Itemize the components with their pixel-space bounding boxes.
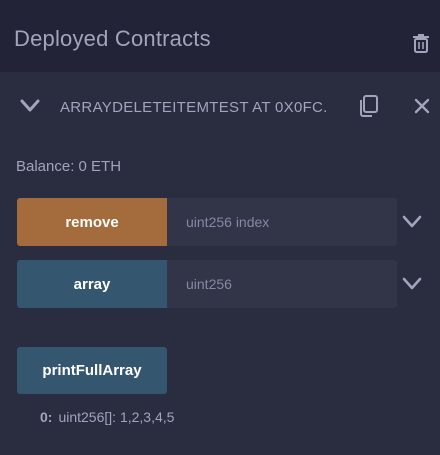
chevron-down-icon[interactable] xyxy=(401,277,423,291)
contract-instance: ARRAYDELETEITEMTEST AT 0X0FC...9 Balance… xyxy=(0,72,440,455)
instance-bar: ARRAYDELETEITEMTEST AT 0X0FC...9 xyxy=(0,72,440,144)
trash-icon[interactable] xyxy=(411,33,431,53)
result-value: uint256[]: 1,2,3,4,5 xyxy=(58,409,175,425)
function-row-array: array xyxy=(17,260,397,308)
array-index-input[interactable] xyxy=(167,260,397,308)
function-row-remove: remove xyxy=(17,198,397,246)
copy-icon[interactable] xyxy=(356,94,380,118)
balance-label: Balance: 0 ETH xyxy=(16,158,122,175)
instance-name[interactable]: ARRAYDELETEITEMTEST AT 0X0FC...9 xyxy=(60,99,326,116)
print-full-array-button[interactable]: printFullArray xyxy=(17,347,167,394)
call-result: 0: uint256[]: 1,2,3,4,5 xyxy=(40,409,174,425)
deployed-contracts-panel: Deployed Contracts ARRAYDELETEITEMTEST A… xyxy=(0,0,440,455)
close-icon[interactable] xyxy=(414,98,430,114)
panel-header: Deployed Contracts xyxy=(0,0,440,72)
chevron-down-icon[interactable] xyxy=(401,215,423,229)
chevron-down-icon[interactable] xyxy=(20,99,40,113)
panel-title: Deployed Contracts xyxy=(14,26,211,51)
remove-button[interactable]: remove xyxy=(17,198,167,246)
remove-index-input[interactable] xyxy=(167,198,397,246)
result-index: 0: xyxy=(40,409,53,425)
array-button[interactable]: array xyxy=(17,260,167,308)
